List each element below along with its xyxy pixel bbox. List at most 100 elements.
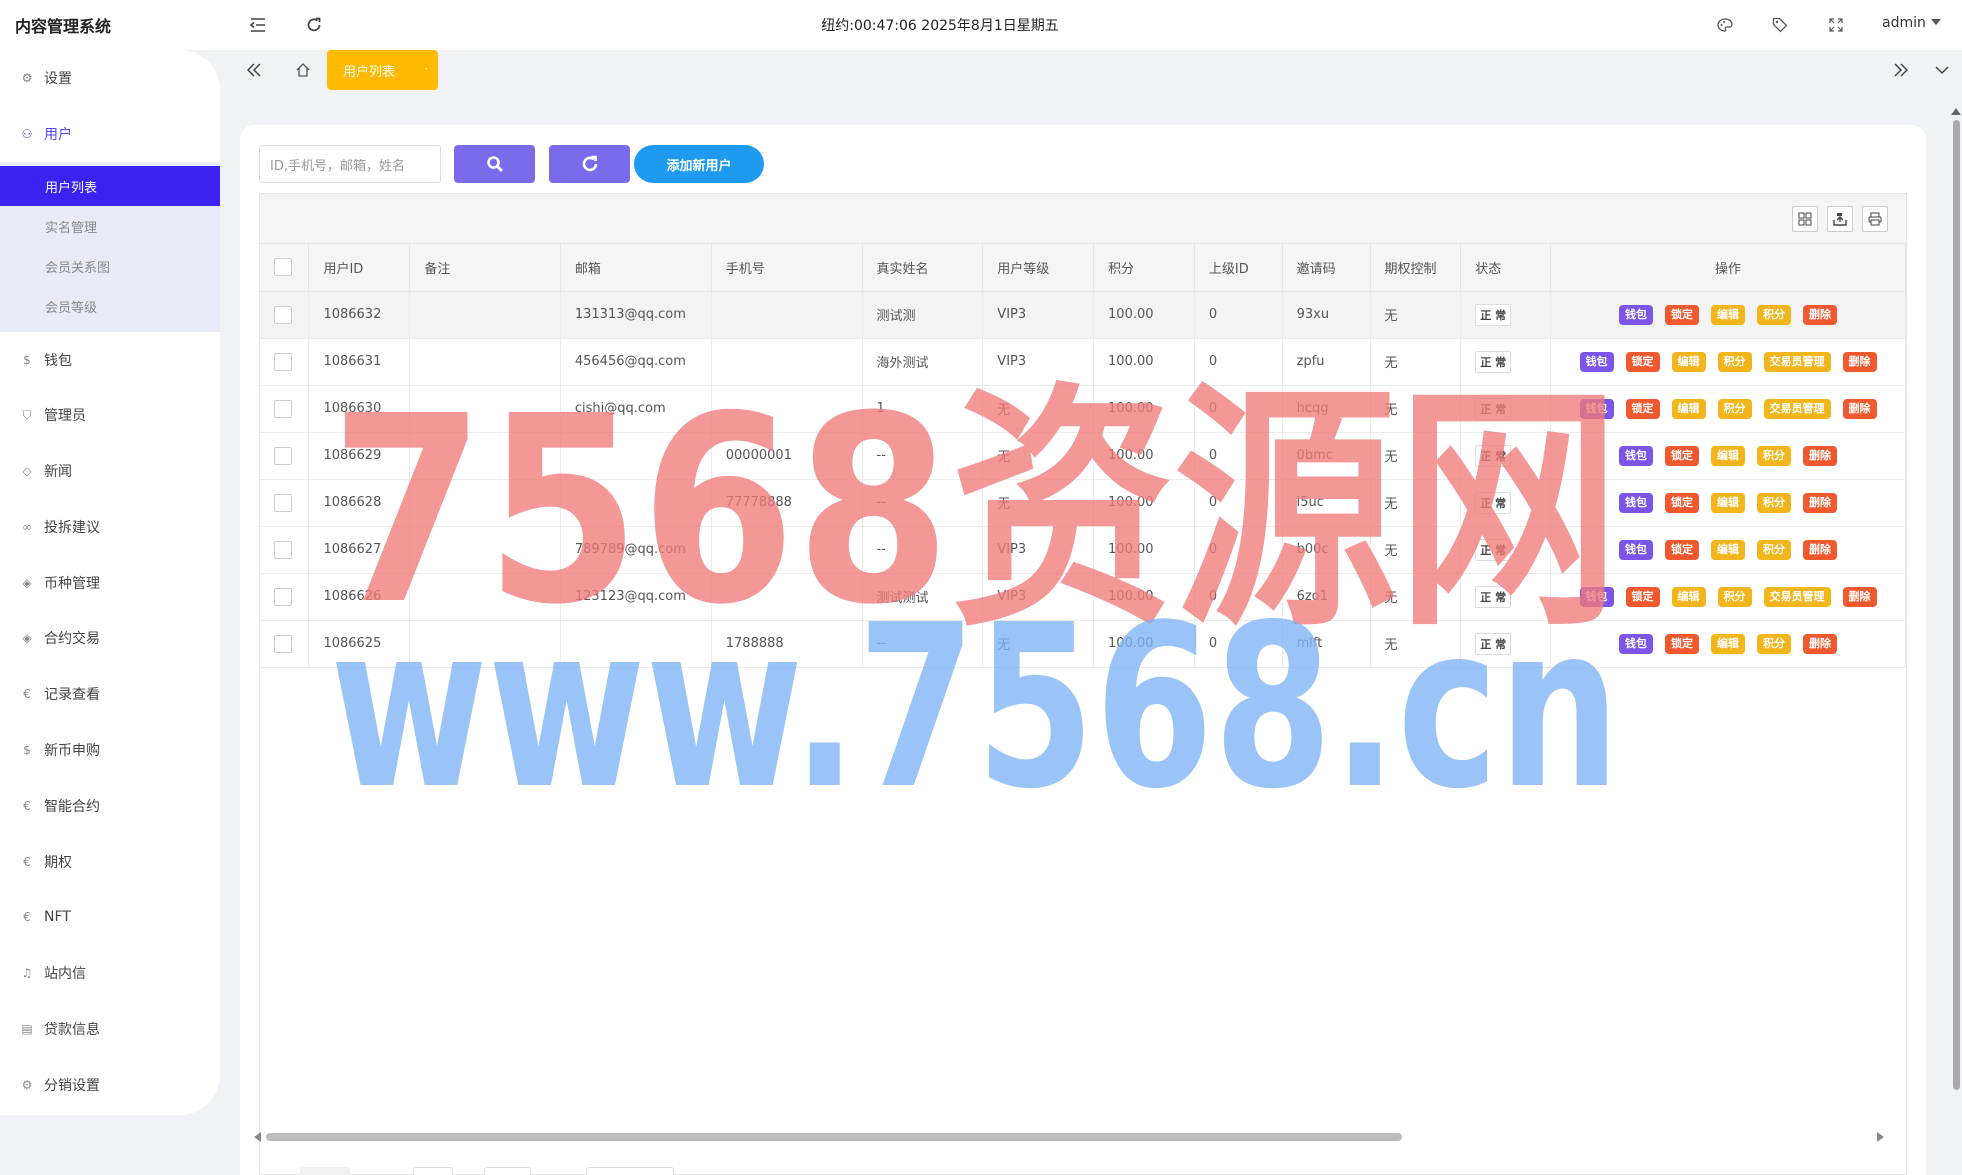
wallet-button[interactable]: 钱包 [1619,445,1654,466]
delete-button[interactable]: 删除 [1803,445,1838,466]
table-row[interactable]: 1086625 1788888 -- 无 100.00 0 mlft 无正 常钱包 锁定 编辑 积分… [260,620,1906,668]
wallet-button[interactable]: 钱包 [1619,492,1654,513]
sidebar-item-13[interactable]: ♫ 站内信 [0,953,220,993]
edit-button[interactable]: 编辑 [1711,633,1746,654]
page-vertical-scrollbar[interactable] [1950,100,1962,1175]
horizontal-scroll-thumb[interactable] [266,1133,1402,1141]
row-checkbox[interactable] [274,446,292,465]
edit-button[interactable]: 编辑 [1671,398,1706,419]
wallet-button[interactable]: 钱包 [1619,633,1654,654]
table-row[interactable]: 1086631 456456@qq.com 海外测试 VIP3 100.00 0 zpfu 无… [260,338,1906,386]
submenu-item-2[interactable]: 会员关系图 [0,246,220,286]
search-button[interactable] [454,145,535,183]
tabs-scroll-left-icon[interactable] [240,56,268,84]
points-button[interactable]: 积分 [1757,304,1792,325]
submenu-item-1[interactable]: 实名管理 [0,206,220,246]
header-status[interactable]: 状态 [1460,244,1552,292]
row-checkbox[interactable] [274,399,292,418]
sidebar-item-8[interactable]: € 记录查看 [0,674,220,714]
sidebar-item-2[interactable]: $ 钱包 [0,340,220,380]
export-icon[interactable] [1827,206,1853,232]
sidebar-item-7[interactable]: ◈ 合约交易 [0,618,220,658]
pager-size-select[interactable] [586,1167,674,1175]
fullscreen-icon[interactable] [1823,12,1849,38]
wallet-button[interactable]: 钱包 [1579,351,1614,372]
row-checkbox[interactable] [274,587,292,606]
sidebar-item-11[interactable]: € 期权 [0,842,220,882]
row-checkbox[interactable] [274,634,292,653]
theme-palette-icon[interactable] [1712,12,1738,38]
delete-button[interactable]: 删除 [1803,492,1838,513]
points-button[interactable]: 积分 [1757,492,1792,513]
edit-button[interactable]: 编辑 [1711,445,1746,466]
header-email[interactable]: 邮箱 [560,244,712,292]
scroll-right-arrow-icon[interactable] [1877,1132,1884,1142]
cell-select[interactable] [260,338,310,386]
submenu-item-0[interactable]: 用户列表 [0,166,220,206]
tab-user-list[interactable]: 用户列表 · [327,50,438,90]
sidebar-item-3[interactable]: ⛉ 管理员 [0,395,220,435]
table-row[interactable]: 1086627 789789@qq.com -- VIP3 100.00 0 b00c 无正 … [260,526,1906,574]
table-row[interactable]: 1086628 77778888 -- 无 100.00 0 l5uc 无正 常钱包 锁定 编辑积… [260,479,1906,527]
header-select-all[interactable] [260,244,310,292]
points-button[interactable]: 积分 [1717,586,1752,607]
lock-button[interactable]: 锁定 [1665,539,1700,560]
admin-user-menu[interactable]: admin [1882,15,1941,31]
sidebar-item-15[interactable]: ⚙ 分销设置 [0,1065,220,1105]
table-row[interactable]: 1086630 cishi@qq.com 1 无 100.00 0 hcqg 无正 常钱包 锁定… [260,385,1906,433]
edit-button[interactable]: 编辑 [1711,539,1746,560]
trader-manage-button[interactable]: 交易员管理 [1763,351,1831,372]
trader-manage-button[interactable]: 交易员管理 [1763,398,1831,419]
delete-button[interactable]: 删除 [1842,398,1877,419]
add-user-button[interactable]: 添加新用户 [634,145,764,183]
lock-button[interactable]: 锁定 [1665,492,1700,513]
scroll-left-arrow-icon[interactable] [254,1132,261,1142]
home-icon[interactable] [289,56,317,84]
table-row[interactable]: 1086632 131313@qq.com 测试测 VIP3 100.00 0 93xu 无正… [260,291,1906,339]
trader-manage-button[interactable]: 交易员管理 [1763,586,1831,607]
vertical-scroll-thumb[interactable] [1953,120,1960,1090]
horizontal-scrollbar[interactable] [254,1131,1884,1143]
header-option-control[interactable]: 期权控制 [1370,244,1462,292]
header-phone[interactable]: 手机号 [711,244,863,292]
cell-select[interactable] [260,291,310,339]
cell-select[interactable] [260,620,310,668]
pager-jump-input[interactable] [484,1167,531,1175]
row-checkbox[interactable] [274,493,292,512]
header-invite-code[interactable]: 邀请码 [1282,244,1371,292]
cell-select[interactable] [260,573,310,621]
sidebar-item-5[interactable]: ∞ 投拆建议 [0,507,220,547]
cell-select[interactable] [260,479,310,527]
columns-grid-icon[interactable] [1792,206,1818,232]
points-button[interactable]: 积分 [1757,633,1792,654]
scroll-up-arrow-icon[interactable] [1951,108,1961,115]
delete-button[interactable]: 删除 [1803,633,1838,654]
tabs-scroll-right-icon[interactable] [1887,56,1915,84]
pager-page[interactable] [413,1167,453,1175]
table-row[interactable]: 1086626 123123@qq.com 测试测试 VIP3 100.00 0 6zo1 无… [260,573,1906,621]
wallet-button[interactable]: 钱包 [1579,586,1614,607]
edit-button[interactable]: 编辑 [1671,351,1706,372]
sidebar-item-1[interactable]: ⚇ 用户 [0,114,220,154]
cell-select[interactable] [260,432,310,480]
sidebar-item-12[interactable]: € NFT [0,897,220,937]
wallet-button[interactable]: 钱包 [1579,398,1614,419]
select-all-checkbox[interactable] [274,258,292,277]
sidebar-item-10[interactable]: € 智能合约 [0,786,220,826]
wallet-button[interactable]: 钱包 [1619,539,1654,560]
tabs-menu-chevron-down-icon[interactable] [1928,56,1956,84]
cell-select[interactable] [260,385,310,433]
tag-icon[interactable] [1767,12,1793,38]
points-button[interactable]: 积分 [1717,351,1752,372]
sidebar-item-14[interactable]: ▤ 贷款信息 [0,1009,220,1049]
lock-button[interactable]: 锁定 [1625,398,1660,419]
lock-button[interactable]: 锁定 [1665,633,1700,654]
search-input[interactable]: ID,手机号，邮箱，姓名 [259,145,441,183]
edit-button[interactable]: 编辑 [1711,304,1746,325]
delete-button[interactable]: 删除 [1842,586,1877,607]
reset-button[interactable] [549,145,630,183]
header-user-id[interactable]: 用户ID [308,244,411,292]
lock-button[interactable]: 锁定 [1625,586,1660,607]
header-parent-id[interactable]: 上级ID [1194,244,1283,292]
sidebar-item-9[interactable]: $ 新币申购 [0,730,220,770]
